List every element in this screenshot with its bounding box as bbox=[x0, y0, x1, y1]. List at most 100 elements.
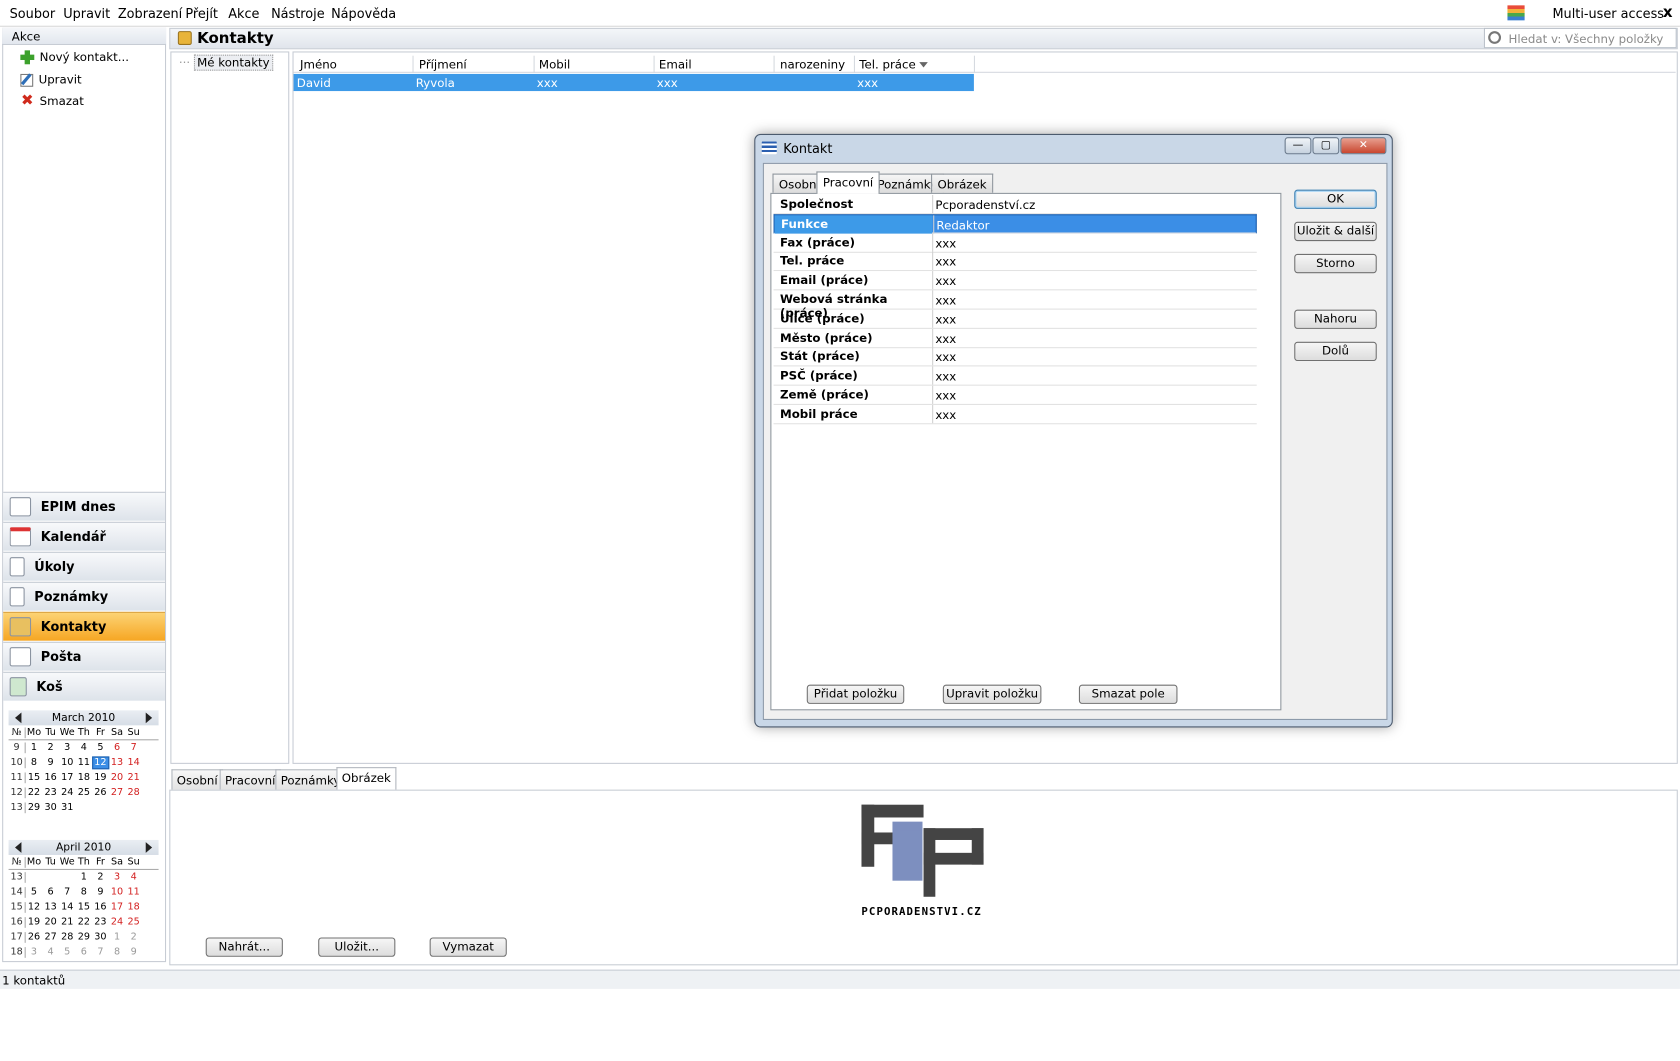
calendar-day[interactable]: 2 bbox=[125, 932, 142, 943]
calendar-day[interactable]: 9 bbox=[92, 887, 109, 898]
calendar-day[interactable]: 14 bbox=[125, 757, 142, 768]
calendar-day[interactable]: 1 bbox=[109, 932, 126, 943]
field-row[interactable]: Stát (práce) xxx bbox=[773, 347, 1257, 367]
multi-user-icon[interactable] bbox=[1507, 5, 1525, 21]
calendar-day[interactable]: 12 bbox=[92, 756, 109, 770]
calendar-day[interactable]: 3 bbox=[59, 742, 76, 753]
calendar-day[interactable]: 10 bbox=[109, 887, 126, 898]
move-up-button[interactable]: Nahoru bbox=[1294, 309, 1377, 329]
next-month-icon[interactable] bbox=[145, 842, 153, 853]
column-separator[interactable] bbox=[973, 55, 975, 73]
nav-kalendar[interactable]: Kalendář bbox=[3, 521, 165, 551]
add-item-button[interactable]: Přidat položku bbox=[806, 684, 905, 704]
column-separator[interactable] bbox=[853, 55, 855, 73]
bottom-tab-osobni[interactable]: Osobní bbox=[171, 769, 224, 790]
menu-upravit[interactable]: Upravit bbox=[63, 6, 110, 21]
prev-month-icon[interactable] bbox=[14, 712, 22, 724]
nav-kos[interactable]: Koš bbox=[3, 671, 165, 701]
menu-akce[interactable]: Akce bbox=[228, 6, 259, 21]
multi-user-label[interactable]: Multi-user access bbox=[1552, 6, 1664, 21]
column-separator[interactable] bbox=[773, 55, 775, 73]
calendar-day[interactable]: 16 bbox=[92, 902, 109, 913]
menu-zobrazeni[interactable]: Zobrazení bbox=[118, 6, 182, 21]
edit-action[interactable]: Upravit bbox=[20, 73, 82, 87]
sort-descending-icon[interactable] bbox=[919, 62, 928, 68]
column-jmeno[interactable]: Jméno bbox=[300, 58, 337, 72]
table-row[interactable]: David Ryvola xxx xxx xxx bbox=[293, 73, 974, 92]
calendar-day[interactable]: 3 bbox=[26, 947, 43, 958]
calendar-day[interactable]: 22 bbox=[26, 787, 43, 798]
column-narozeniny[interactable]: narozeniny bbox=[780, 58, 845, 72]
nav-poznamky[interactable]: Poznámky bbox=[3, 581, 165, 611]
prev-month-icon[interactable] bbox=[14, 842, 22, 853]
calendar-day[interactable]: 24 bbox=[59, 787, 76, 798]
field-value[interactable]: xxx bbox=[932, 385, 1257, 404]
calendar-day[interactable]: 17 bbox=[109, 902, 126, 913]
calendar-day[interactable]: 23 bbox=[42, 787, 59, 798]
field-value[interactable]: xxx bbox=[932, 252, 1257, 271]
calendar-day[interactable]: 22 bbox=[76, 917, 93, 928]
calendar-day[interactable]: 28 bbox=[125, 787, 142, 798]
next-month-icon[interactable] bbox=[145, 712, 153, 724]
calendar-day[interactable]: 6 bbox=[109, 742, 126, 753]
calendar-day[interactable]: 20 bbox=[42, 917, 59, 928]
column-separator[interactable] bbox=[533, 55, 535, 73]
field-row[interactable]: Město (práce) xxx bbox=[773, 328, 1257, 348]
calendar-day[interactable]: 8 bbox=[76, 887, 93, 898]
tab-pracovni[interactable]: Pracovní bbox=[816, 171, 880, 194]
field-row[interactable]: Fax (práce) xxx bbox=[773, 233, 1257, 253]
minimize-button[interactable]: — bbox=[1284, 137, 1312, 155]
field-value[interactable]: xxx bbox=[932, 347, 1257, 366]
calendar-day[interactable]: 20 bbox=[109, 772, 126, 783]
field-value[interactable]: xxx bbox=[932, 366, 1257, 385]
calendar-day[interactable]: 21 bbox=[125, 772, 142, 783]
field-value[interactable]: Redaktor bbox=[933, 215, 1258, 234]
close-icon[interactable]: x bbox=[1663, 4, 1673, 21]
calendar-day[interactable]: 26 bbox=[92, 787, 109, 798]
calendar-day[interactable]: 10 bbox=[59, 757, 76, 768]
upload-button[interactable]: Nahrát... bbox=[205, 937, 283, 957]
calendar-day[interactable]: 19 bbox=[26, 917, 43, 928]
calendar-day[interactable]: 30 bbox=[92, 932, 109, 943]
calendar-day[interactable]: 5 bbox=[26, 887, 43, 898]
field-value[interactable]: xxx bbox=[932, 328, 1257, 347]
calendar-day[interactable]: 28 bbox=[59, 932, 76, 943]
calendar-day[interactable]: 11 bbox=[76, 757, 93, 768]
calendar-day[interactable]: 23 bbox=[92, 917, 109, 928]
calendar-day[interactable]: 9 bbox=[125, 947, 142, 958]
calendar-day[interactable]: 17 bbox=[59, 772, 76, 783]
bottom-tab-pracovni[interactable]: Pracovní bbox=[219, 769, 281, 790]
field-row[interactable]: Země (práce) xxx bbox=[773, 385, 1257, 405]
column-separator[interactable] bbox=[412, 55, 414, 73]
calendar-day[interactable]: 8 bbox=[109, 947, 126, 958]
calendar-day[interactable]: 19 bbox=[92, 772, 109, 783]
calendar-day[interactable]: 11 bbox=[125, 887, 142, 898]
field-row[interactable]: Tel. práce xxx bbox=[773, 252, 1257, 272]
column-mobil[interactable]: Mobil bbox=[539, 58, 570, 72]
field-row[interactable]: Mobil práce xxx bbox=[773, 404, 1257, 425]
folder-my-contacts[interactable]: ··· Mé kontakty bbox=[179, 54, 273, 71]
calendar-day[interactable]: 4 bbox=[42, 947, 59, 958]
menu-nastroje[interactable]: Nástroje bbox=[271, 6, 325, 21]
calendar-day[interactable]: 21 bbox=[59, 917, 76, 928]
column-prijmeni[interactable]: Příjmení bbox=[419, 58, 467, 72]
save-next-button[interactable]: Uložit & další bbox=[1294, 221, 1377, 242]
calendar-day[interactable]: 4 bbox=[76, 742, 93, 753]
calendar-day[interactable]: 3 bbox=[109, 872, 126, 883]
edit-item-button[interactable]: Upravit položku bbox=[942, 684, 1042, 704]
calendar-day[interactable]: 27 bbox=[42, 932, 59, 943]
nav-posta[interactable]: Pošta bbox=[3, 641, 165, 671]
field-value[interactable]: xxx bbox=[932, 271, 1257, 290]
calendar-day[interactable]: 9 bbox=[42, 757, 59, 768]
save-picture-button[interactable]: Uložit... bbox=[318, 937, 396, 957]
calendar-day[interactable]: 7 bbox=[125, 742, 142, 753]
maximize-button[interactable]: ▢ bbox=[1312, 137, 1340, 155]
calendar-day[interactable]: 1 bbox=[76, 872, 93, 883]
field-row[interactable]: Funkce Redaktor bbox=[773, 214, 1258, 234]
calendar-day[interactable]: 15 bbox=[76, 902, 93, 913]
calendar-day[interactable]: 25 bbox=[76, 787, 93, 798]
column-separator[interactable] bbox=[653, 55, 655, 73]
cancel-button[interactable]: Storno bbox=[1294, 253, 1377, 274]
bottom-tab-obrazek[interactable]: Obrázek bbox=[336, 767, 397, 791]
calendar-day[interactable]: 18 bbox=[125, 902, 142, 913]
